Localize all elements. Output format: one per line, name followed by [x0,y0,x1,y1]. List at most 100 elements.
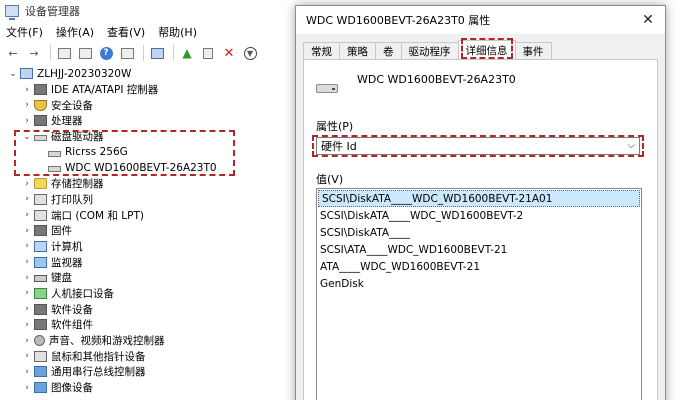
chevron-down-icon[interactable]: ⌄ [8,69,18,79]
chevron-right-icon[interactable]: › [22,241,32,251]
tree-item[interactable]: › 监视器 [0,254,300,270]
chevron-right-icon[interactable]: › [22,383,32,393]
chip-icon [34,303,47,315]
tree-item-label: 安全设备 [51,99,93,112]
tree-item-label: 人机接口设备 [51,287,114,300]
hid-icon [34,287,47,299]
tree-item[interactable]: › IDE ATA/ATAPI 控制器 [0,82,300,98]
chevron-right-icon[interactable]: › [22,320,32,330]
tree-item[interactable]: › 鼠标和其他指针设备 [0,348,300,364]
menu-help[interactable]: 帮助(H) [152,24,204,40]
tree-item[interactable]: › 安全设备 [0,97,300,113]
keyboard-icon [34,275,47,283]
value-list-item[interactable]: SCSI\DiskATA____ [317,224,641,241]
chevron-right-icon[interactable]: › [22,304,32,314]
tree-item[interactable]: › 声音、视频和游戏控制器 [0,333,300,349]
value-list-item[interactable]: GenDisk [317,275,641,292]
tree-item-label: 软件组件 [51,319,93,332]
tree-item-label: 计算机 [51,240,83,253]
menu-action[interactable]: 操作(A) [50,24,101,40]
chevron-right-icon[interactable]: › [22,116,32,126]
tree-item[interactable]: ⌄ ZLHJJ-20230320W [0,66,300,82]
uninstall-x-icon[interactable]: ✕ [220,44,238,62]
tree-item[interactable]: › 键盘 [0,270,300,286]
chip-icon [34,115,47,127]
camera-icon [34,382,47,394]
device-manager-icon [5,5,19,20]
tab-general[interactable]: 常规 [303,42,340,59]
tree-item-label: IDE ATA/ATAPI 控制器 [51,84,159,97]
gear-icon [34,178,47,190]
value-list-item[interactable]: SCSI\DiskATA____WDC_WD1600BEVT-2 [317,207,641,224]
tree-item[interactable]: › 打印队列 [0,192,300,208]
chevron-right-icon[interactable]: › [22,336,32,346]
chevron-right-icon[interactable]: › [22,179,32,189]
sound-icon [34,335,45,347]
tree-item[interactable]: › 软件组件 [0,317,300,333]
close-icon[interactable]: ✕ [639,11,657,29]
tree-item[interactable]: › 存储控制器 [0,176,300,192]
tree-item[interactable]: › 计算机 [0,239,300,255]
disable-device-icon[interactable] [199,44,217,62]
chevron-right-icon[interactable]: › [22,226,32,236]
tree-item-label: 处理器 [51,115,83,128]
tree-item-label: 键盘 [51,272,72,285]
tree-item-label: 监视器 [51,256,83,269]
device-name: WDC WD1600BEVT-26A23T0 [357,73,516,86]
back-arrow-icon[interactable]: ← [4,44,22,62]
menu-bar: 文件(F) 操作(A) 查看(V) 帮助(H) [0,22,204,42]
device-manager-title: 设备管理器 [25,5,80,18]
tree-item[interactable]: › 软件设备 [0,301,300,317]
toolbar-divider [173,45,174,61]
details-tab-highlight [461,38,513,59]
chevron-right-icon[interactable]: › [22,273,32,283]
chevron-right-icon[interactable]: › [22,85,32,95]
chevron-right-icon[interactable]: › [22,257,32,267]
value-list[interactable]: SCSI\DiskATA____WDC_WD1600BEVT-21A01 SCSI… [316,188,642,400]
update-driver-icon[interactable]: ▲ [178,44,196,62]
chevron-right-icon[interactable]: › [22,194,32,204]
tree-item[interactable]: › 端口 (COM 和 LPT) [0,207,300,223]
chip-icon [34,225,47,237]
tree-item-label: 软件设备 [51,303,93,316]
tree-item-label: 通用串行总线控制器 [51,366,146,379]
properties-sheet-icon[interactable] [55,44,73,62]
tree-item-label: 图像设备 [51,382,93,395]
value-list-item[interactable]: ATA____WDC_WD1600BEVT-21 [317,258,641,275]
enable-device-icon[interactable]: ▼ [241,44,259,62]
chevron-right-icon[interactable]: › [22,210,32,220]
tree-item[interactable]: › 人机接口设备 [0,286,300,302]
list-view-icon[interactable] [76,44,94,62]
scan-hardware-monitor-icon[interactable] [148,44,166,62]
chevron-right-icon[interactable]: › [22,351,32,361]
toolbar-divider [50,45,51,61]
value-list-item[interactable]: SCSI\ATA____WDC_WD1600BEVT-21 [317,241,641,258]
help-icon[interactable]: ? [97,44,115,62]
menu-view[interactable]: 查看(V) [101,24,152,40]
disk-drives-highlight [14,130,235,176]
grid-view-icon[interactable] [118,44,136,62]
tree-item[interactable]: › 固件 [0,223,300,239]
tab-volumes[interactable]: 卷 [375,42,402,59]
tree-item-label: 固件 [51,225,72,238]
tree-item[interactable]: › 通用串行总线控制器 [0,364,300,380]
tree-item[interactable]: › 图像设备 [0,380,300,396]
port-icon [34,209,47,221]
menu-file[interactable]: 文件(F) [0,24,50,40]
tab-policies[interactable]: 策略 [339,42,376,59]
value-list-item[interactable]: SCSI\DiskATA____WDC_WD1600BEVT-21A01 [318,190,640,207]
computer-icon [20,68,33,80]
chevron-right-icon[interactable]: › [22,100,32,110]
tree-item[interactable]: › 处理器 [0,113,300,129]
monitor-icon [34,256,47,268]
chevron-right-icon[interactable]: › [22,288,32,298]
forward-arrow-icon[interactable]: → [25,44,43,62]
chevron-right-icon[interactable]: › [22,367,32,377]
property-label: 属性(P) [316,120,354,133]
tab-events[interactable]: 事件 [514,42,552,59]
mouse-icon [34,350,47,362]
tab-strip: 常规 策略 卷 驱动程序 详细信息 事件 [303,40,552,59]
tab-driver[interactable]: 驱动程序 [400,42,459,59]
value-label: 值(V) [316,173,344,186]
device-tree: ⌄ ZLHJJ-20230320W › IDE ATA/ATAPI 控制器 › 安全设备 ›… [0,66,300,395]
